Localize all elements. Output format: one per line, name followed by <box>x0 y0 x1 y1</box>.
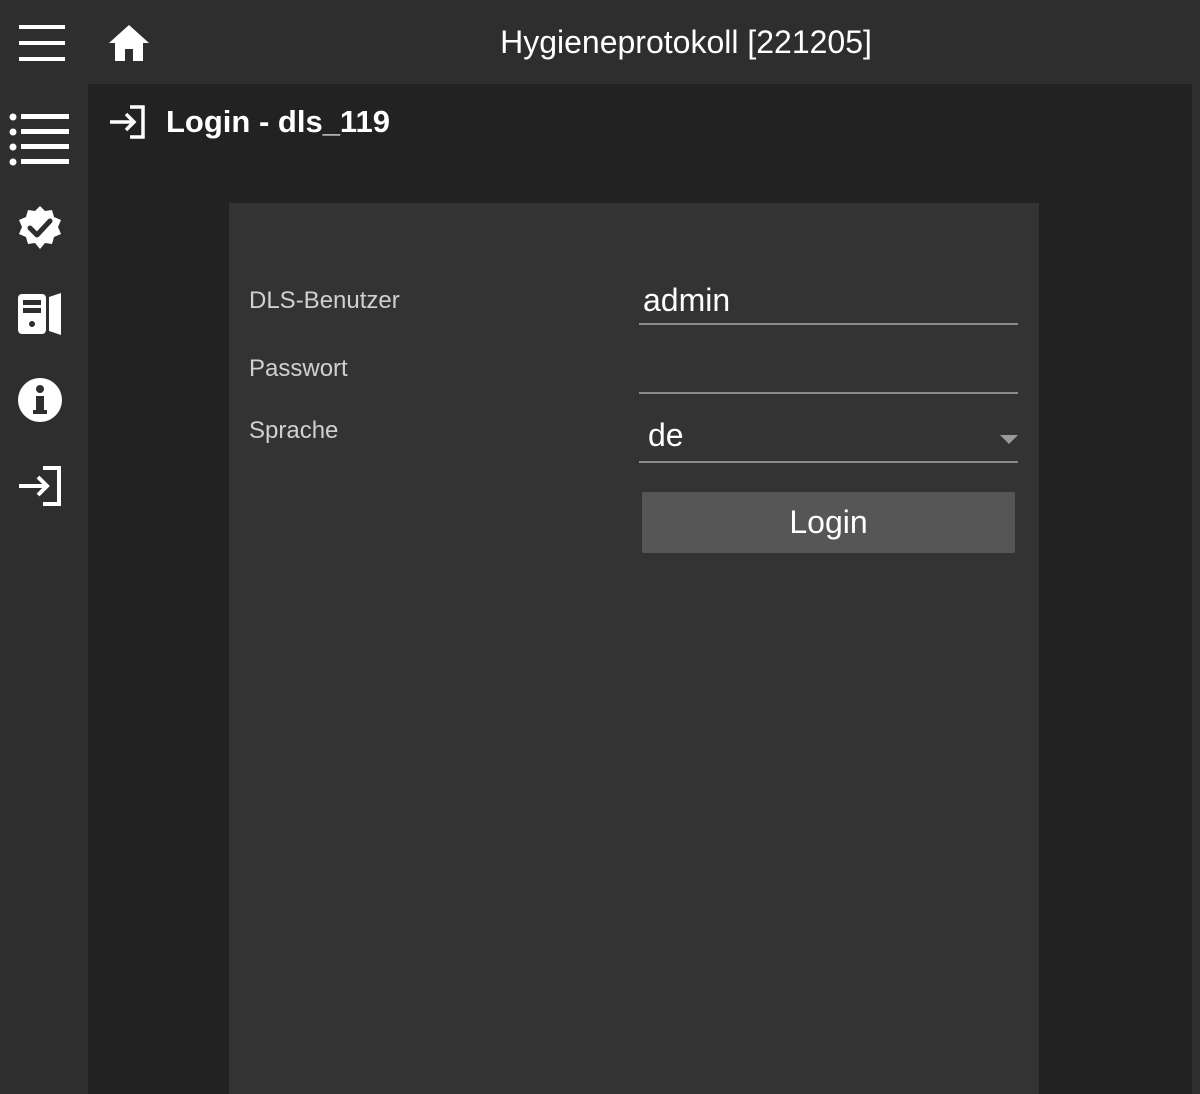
list-icon <box>9 113 69 166</box>
sidebar-item-login[interactable] <box>0 446 80 526</box>
language-label: Sprache <box>249 417 339 444</box>
info-icon <box>18 378 62 422</box>
language-value: de <box>648 417 684 453</box>
sidebar-item-devices[interactable] <box>0 274 80 354</box>
user-label: DLS-Benutzer <box>249 287 400 314</box>
page-title: Login - dls_119 <box>166 104 390 139</box>
password-label: Passwort <box>249 355 348 382</box>
login-button[interactable]: Login <box>642 492 1015 553</box>
verified-check-badge-icon <box>19 206 61 249</box>
user-input[interactable] <box>639 277 1018 323</box>
device-panel-icon <box>18 293 61 335</box>
dropdown-caret-icon <box>1000 435 1018 444</box>
right-edge <box>1192 84 1200 1094</box>
page-header: Login - dls_119 <box>108 102 390 142</box>
home-icon <box>109 25 149 61</box>
user-field[interactable] <box>639 277 1018 325</box>
app-title: Hygieneprotokoll [221205] <box>500 24 872 60</box>
menu-button[interactable] <box>14 18 70 68</box>
login-arrow-icon <box>110 105 145 139</box>
password-field[interactable] <box>639 346 1018 394</box>
sidebar-item-info[interactable] <box>0 360 80 440</box>
sidebar-item-verification[interactable] <box>0 188 80 268</box>
language-select[interactable]: de <box>639 413 1018 463</box>
password-input[interactable] <box>639 346 1018 392</box>
sidebar <box>0 84 88 1094</box>
login-form-card: DLS-Benutzer Passwort Sprache de Login <box>229 203 1039 1094</box>
top-app-bar: Hygieneprotokoll [221205] <box>0 0 1200 84</box>
main-content: Login - dls_119 DLS-Benutzer Passwort Sp… <box>88 84 1192 1094</box>
sidebar-item-list[interactable] <box>0 100 80 180</box>
login-arrow-icon <box>19 466 61 506</box>
hamburger-menu-icon <box>19 25 65 61</box>
home-button[interactable] <box>102 18 156 68</box>
